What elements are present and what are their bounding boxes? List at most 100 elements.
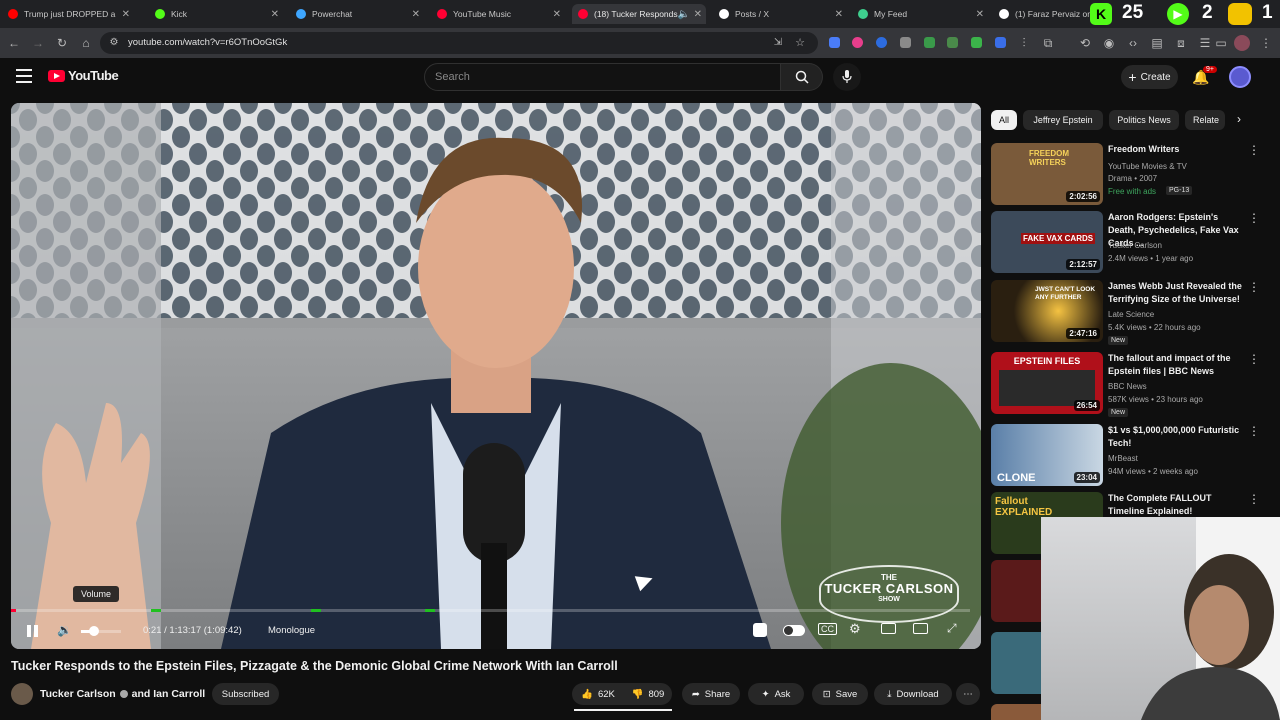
extension-icon[interactable]	[924, 37, 935, 48]
close-icon[interactable]: ✕	[553, 9, 561, 20]
hamburger-menu-icon[interactable]	[16, 69, 32, 83]
more-vert-icon[interactable]: ⋮	[1248, 143, 1260, 157]
reading-list-icon[interactable]: ☰	[1197, 35, 1213, 51]
more-vert-icon[interactable]: ⋮	[1248, 492, 1260, 506]
progress-bar[interactable]	[11, 609, 970, 612]
back-icon[interactable]: ←	[6, 35, 22, 51]
channel-name[interactable]: Tucker Carlson	[40, 688, 116, 700]
rec-title[interactable]: James Webb Just Revealed the Terrifying …	[1108, 280, 1248, 306]
more-vert-icon[interactable]: ⋮	[1248, 211, 1260, 225]
browser-tab-active[interactable]: (18) Tucker Responds 🔈 ✕	[572, 4, 706, 24]
extensions-puzzle-icon[interactable]: ⧉	[1040, 35, 1056, 51]
rec-title[interactable]: The Complete FALLOUT Timeline Explained!	[1108, 492, 1248, 518]
more-vert-icon[interactable]: ⋮	[1248, 424, 1260, 438]
close-icon[interactable]: ✕	[976, 9, 984, 20]
fullscreen-icon[interactable]: ⤢	[947, 621, 957, 636]
ask-button[interactable]: ✦ Ask	[748, 683, 804, 705]
browser-tab[interactable]: Trump just DROPPED a ✕	[8, 4, 130, 24]
devtools-icon[interactable]: ‹›	[1125, 35, 1141, 51]
extension-icon[interactable]	[876, 37, 887, 48]
more-actions-button[interactable]: ⋯	[956, 683, 980, 705]
video-thumbnail[interactable]: FREEDOM WRITERS 2:02:56	[991, 143, 1103, 205]
captions-icon[interactable]: CC	[818, 623, 837, 635]
create-button[interactable]: + Create	[1121, 65, 1178, 89]
rec-title[interactable]: Freedom Writers	[1108, 143, 1248, 156]
rec-title[interactable]: $1 vs $1,000,000,000 Futuristic Tech!	[1108, 424, 1248, 450]
address-bar[interactable]: ⚙ youtube.com/watch?v=r6OTnOoGtGk ⇲ ☆	[100, 32, 818, 54]
video-player[interactable]: THE TUCKER CARLSON SHOW Volume	[11, 103, 981, 649]
bookmark-star-icon[interactable]: ☆	[792, 35, 808, 51]
chip-politics-news[interactable]: Politics News	[1109, 110, 1179, 130]
chip-jeffrey-epstein[interactable]: Jeffrey Epstein	[1023, 110, 1103, 130]
chip-all[interactable]: All	[991, 110, 1017, 130]
extension-icon[interactable]	[947, 37, 958, 48]
browser-tab[interactable]: YouTube Music ✕	[437, 4, 561, 24]
extension-icon[interactable]	[829, 37, 840, 48]
browser-tab[interactable]: Powerchat ✕	[296, 4, 420, 24]
share-button[interactable]: ➦ Share	[682, 683, 740, 705]
extension-icon[interactable]	[900, 37, 911, 48]
chip-related[interactable]: Relate	[1185, 110, 1225, 130]
install-icon[interactable]: ⇲	[770, 35, 786, 51]
autoplay-toggle[interactable]	[783, 625, 805, 636]
browser-tab[interactable]: (1) Faraz Pervaiz on X	[999, 4, 1095, 24]
recommendation-item[interactable]: FREEDOM WRITERS 2:02:56 Freedom Writers …	[991, 143, 1261, 205]
extension-icon[interactable]: ◉	[1101, 35, 1117, 51]
cast-icon[interactable]	[913, 623, 928, 634]
sidepanel-icon[interactable]: ▤	[1149, 35, 1165, 51]
recommendation-item[interactable]: JWST CAN'T LOOK ANY FURTHER 2:47:16 Jame…	[991, 280, 1261, 345]
channel-info[interactable]: Tucker Carlson and Ian Carroll	[40, 688, 205, 700]
rec-title[interactable]: The fallout and impact of the Epstein fi…	[1108, 352, 1248, 378]
extension-icon[interactable]	[852, 37, 863, 48]
volume-knob[interactable]	[89, 626, 99, 636]
like-button[interactable]: 👍 62K	[572, 683, 624, 705]
recommendation-item[interactable]: FAKE VAX CARDS 2:12:57 Aaron Rodgers: Ep…	[991, 211, 1261, 273]
video-thumbnail[interactable]: EPSTEIN FILES 26:54	[991, 352, 1103, 414]
history-icon[interactable]: ⟲	[1077, 35, 1093, 51]
youtube-logo[interactable]: YouTube	[48, 68, 119, 83]
forward-icon[interactable]: →	[30, 35, 46, 51]
shield-icon[interactable]	[753, 623, 767, 637]
extension-icon[interactable]: ⧈	[1173, 35, 1189, 51]
more-vert-icon[interactable]: ⋮	[1248, 280, 1260, 294]
more-vert-icon[interactable]: ⋮	[1248, 352, 1260, 366]
settings-gear-icon[interactable]: ⚙	[849, 621, 861, 637]
volume-slider[interactable]	[81, 626, 121, 636]
close-icon[interactable]: ✕	[122, 9, 130, 20]
rec-channel[interactable]: Tucker Carlson	[1108, 239, 1162, 252]
split-icon[interactable]: ▭	[1213, 35, 1229, 51]
extension-icon[interactable]	[971, 37, 982, 48]
chapter-label[interactable]: Monologue	[268, 625, 315, 636]
reload-icon[interactable]: ↻	[54, 35, 70, 51]
avatar[interactable]	[1229, 66, 1251, 88]
chevron-right-icon[interactable]: ›	[1237, 112, 1241, 126]
home-icon[interactable]: ⌂	[78, 35, 94, 51]
menu-dots-icon[interactable]: ⋮	[1258, 35, 1274, 51]
browser-tab[interactable]: My Feed ✕	[858, 4, 984, 24]
browser-tab[interactable]: Posts / X ✕	[719, 4, 843, 24]
volume-icon[interactable]: 🔉	[57, 623, 72, 637]
video-thumbnail[interactable]: JWST CAN'T LOOK ANY FURTHER 2:47:16	[991, 280, 1103, 342]
speaker-icon[interactable]: 🔈	[678, 9, 690, 20]
extension-icon[interactable]: ⫶	[1016, 35, 1032, 51]
rec-channel[interactable]: BBC News	[1108, 380, 1147, 393]
site-info-icon[interactable]: ⚙	[106, 35, 122, 51]
download-button[interactable]: ⤓ Download	[874, 683, 952, 705]
search-input[interactable]: Search	[424, 63, 781, 91]
dislike-button[interactable]: 👎 809	[624, 683, 672, 705]
recommendation-item[interactable]: CLONE 23:04 $1 vs $1,000,000,000 Futuris…	[991, 424, 1261, 486]
close-icon[interactable]: ✕	[412, 9, 420, 20]
extension-icon[interactable]	[995, 37, 1006, 48]
rec-channel[interactable]: Late Science	[1108, 308, 1154, 321]
rec-channel[interactable]: MrBeast	[1108, 452, 1138, 465]
video-thumbnail[interactable]: FAKE VAX CARDS 2:12:57	[991, 211, 1103, 273]
close-icon[interactable]: ✕	[271, 9, 279, 20]
channel-avatar[interactable]	[11, 683, 33, 705]
profile-avatar[interactable]	[1234, 35, 1250, 51]
recommendation-item[interactable]: EPSTEIN FILES 26:54 The fallout and impa…	[991, 352, 1261, 417]
close-icon[interactable]: ✕	[694, 9, 702, 20]
subscribed-button[interactable]: Subscribed	[212, 683, 279, 705]
collab-name[interactable]: and Ian Carroll	[132, 688, 206, 700]
miniplayer-icon[interactable]	[881, 623, 896, 634]
close-icon[interactable]: ✕	[835, 9, 843, 20]
